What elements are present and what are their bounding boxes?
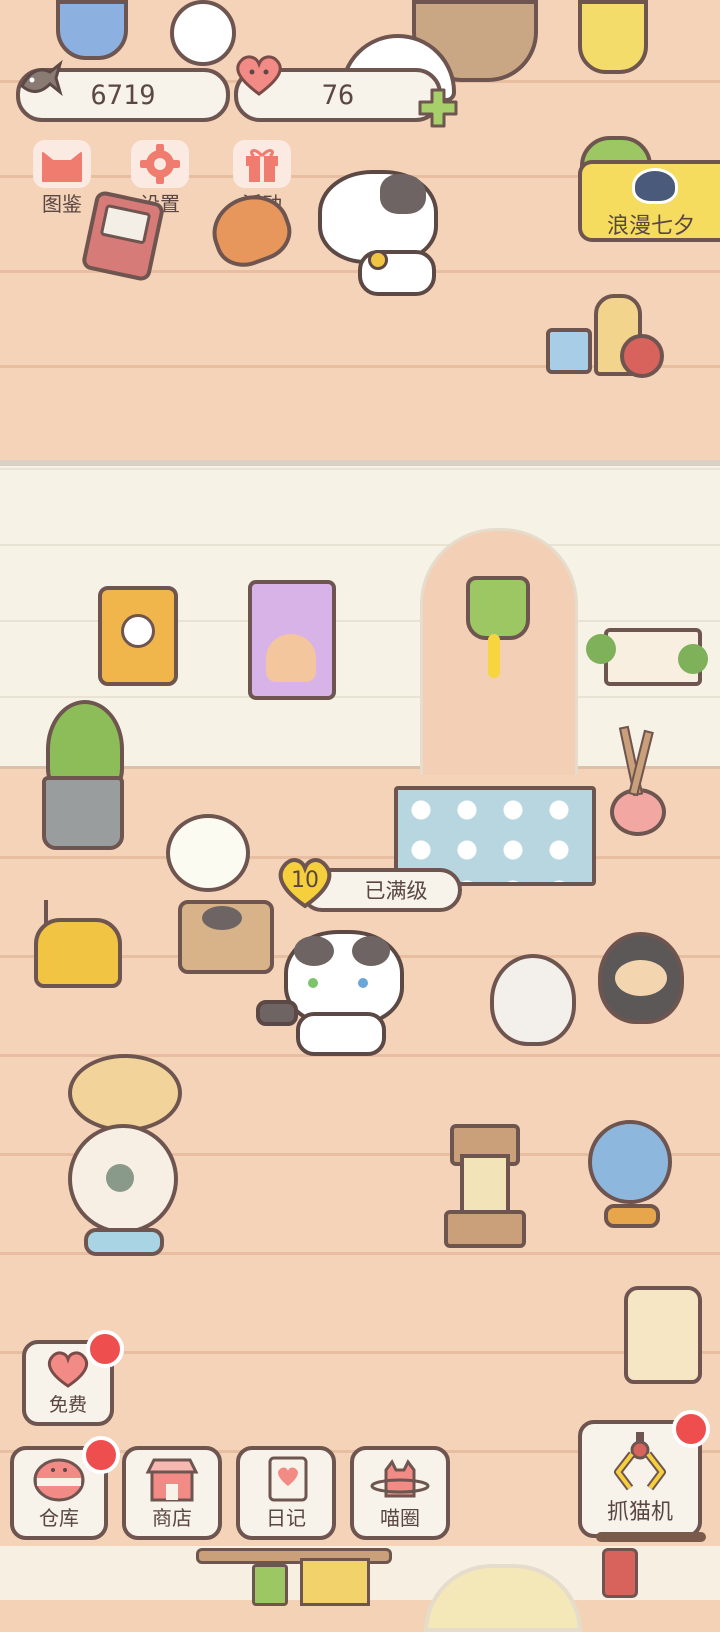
calico-cat: [318, 170, 438, 296]
toy-blocks: [546, 294, 666, 378]
free-button-label: 免费: [48, 1393, 87, 1416]
level-heart-badge: 10: [274, 856, 336, 910]
magpie-icon: [632, 168, 678, 204]
woven-basket: [68, 1054, 182, 1132]
diary-label: 日记: [266, 1505, 306, 1530]
gumball-machine: [170, 0, 236, 66]
potted-plant: [32, 700, 132, 850]
heart-icon: [232, 52, 286, 98]
max-level-text: 已满级: [364, 879, 428, 903]
catalog-label: 图鉴: [42, 192, 82, 216]
fish-icon: [16, 58, 64, 98]
storage-box-icon: [31, 1456, 87, 1502]
desk-globe: [588, 1120, 672, 1230]
standing-fan: [68, 1124, 178, 1256]
free-notification-badge: [86, 1330, 124, 1368]
black-owl-plush: [598, 932, 684, 1024]
storefront-icon: [144, 1456, 200, 1502]
wall-phone: [98, 586, 178, 686]
blue-cat-top: [56, 0, 128, 60]
warehouse-notification-badge: [82, 1436, 120, 1474]
cat-circle-label: 喵圈: [380, 1505, 420, 1530]
scratching-post: [444, 1124, 526, 1248]
hanging-utensils: [596, 1532, 706, 1600]
gear-icon: [131, 140, 189, 188]
hanging-lamp: [578, 0, 648, 74]
electric-kettle: [624, 1286, 702, 1384]
cat-planet-icon: [370, 1456, 430, 1502]
diary-button[interactable]: 日记: [236, 1446, 336, 1540]
diary-book-icon: [258, 1456, 314, 1502]
hanging-plant-sign: [586, 604, 708, 686]
poster-frame: [248, 580, 336, 700]
frog-wind-chime: [466, 568, 530, 688]
gift-icon: [233, 140, 291, 188]
cat-head-icon: [33, 140, 91, 188]
heart-face-icon: [44, 1350, 92, 1388]
heart-count: 76: [321, 79, 355, 111]
claw-machine-label: 抓猫机: [606, 1500, 673, 1525]
level-number: 10: [291, 868, 319, 893]
yellow-radio: [30, 900, 122, 988]
warehouse-label: 仓库: [39, 1505, 79, 1530]
claw-icon: [608, 1432, 672, 1494]
white-owl-plush: [490, 954, 576, 1046]
fish-count: 6719: [90, 79, 156, 111]
heterochromia-cat[interactable]: [256, 930, 406, 1056]
incense-vase: [600, 725, 666, 836]
claw-machine-notification-badge: [672, 1410, 710, 1448]
add-hearts-plus-icon[interactable]: [416, 86, 460, 130]
event-banner-label: 浪漫七夕: [606, 214, 695, 239]
shop-label: 商店: [152, 1505, 192, 1530]
clothes-rack: [196, 1548, 392, 1606]
cat-circle-button[interactable]: 喵圈: [350, 1446, 450, 1540]
catalog-button[interactable]: 图鉴: [22, 140, 102, 217]
event-banner-qixi[interactable]: 浪漫七夕: [578, 160, 720, 242]
shop-button[interactable]: 商店: [122, 1446, 222, 1540]
